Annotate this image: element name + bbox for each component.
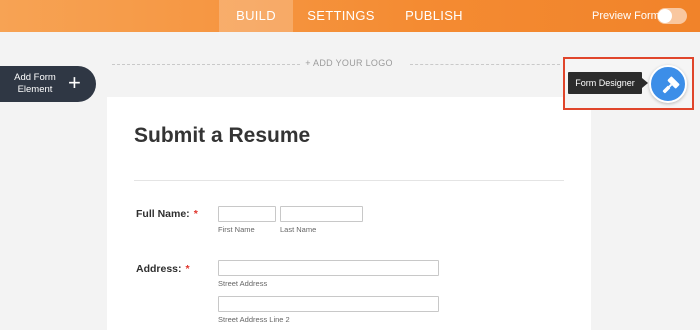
logo-divider-right — [410, 64, 560, 65]
street-address-line2-sublabel: Street Address Line 2 — [218, 315, 290, 324]
address-label-text: Address: — [136, 263, 182, 275]
preview-form-label: Preview Form — [592, 10, 660, 22]
toggle-knob — [658, 9, 672, 23]
add-logo-link[interactable]: + ADD YOUR LOGO — [300, 58, 398, 68]
paint-roller-icon — [662, 76, 680, 94]
full-name-label: Full Name: * — [136, 208, 198, 220]
required-mark: * — [185, 263, 190, 275]
add-form-element-label: Add Form Element — [14, 72, 56, 95]
form-title[interactable]: Submit a Resume — [134, 124, 310, 148]
preview-form-toggle[interactable] — [657, 8, 687, 24]
street-address-sublabel: Street Address — [218, 279, 268, 288]
street-address-line2-input[interactable] — [218, 296, 439, 312]
required-mark: * — [193, 208, 198, 220]
plus-icon: + — [68, 70, 81, 95]
tab-build[interactable]: BUILD — [219, 0, 293, 32]
top-navigation-bar: BUILD SETTINGS PUBLISH Preview Form — [0, 0, 700, 32]
form-designer-button[interactable] — [649, 65, 687, 103]
full-name-label-text: Full Name: — [136, 208, 190, 220]
title-divider — [134, 180, 564, 181]
last-name-sublabel: Last Name — [280, 225, 317, 234]
tab-publish[interactable]: PUBLISH — [397, 0, 471, 32]
street-address-input[interactable] — [218, 260, 439, 276]
logo-divider-left — [112, 64, 300, 65]
last-name-input[interactable] — [280, 206, 363, 222]
address-label: Address: * — [136, 263, 190, 275]
tab-settings[interactable]: SETTINGS — [302, 0, 380, 32]
first-name-input[interactable] — [218, 206, 276, 222]
add-form-element-button[interactable]: Add Form Element + — [0, 66, 96, 102]
first-name-sublabel: First Name — [218, 225, 255, 234]
form-designer-tooltip: Form Designer — [568, 72, 648, 94]
